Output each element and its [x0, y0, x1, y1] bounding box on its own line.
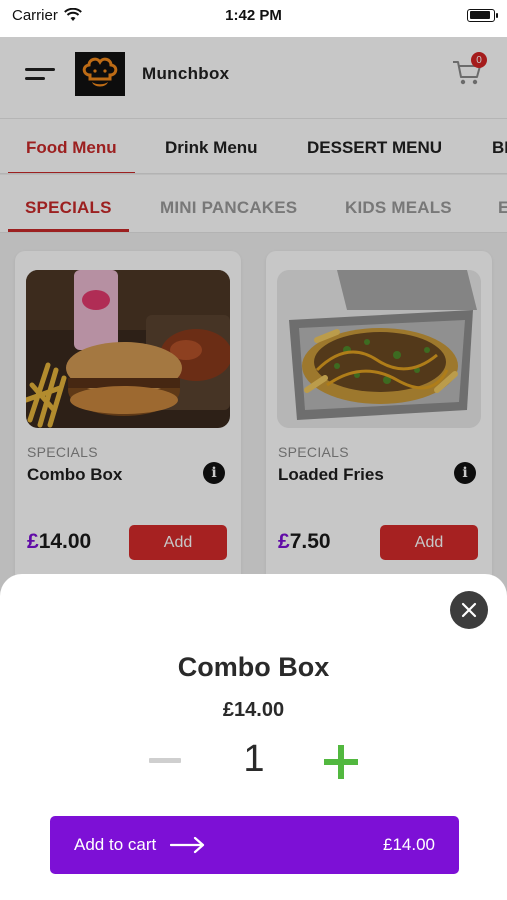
battery-level — [469, 11, 491, 19]
battery-icon — [467, 8, 498, 22]
close-icon — [461, 602, 477, 618]
sheet-price: £14.00 — [222, 699, 285, 721]
quantity-value: 1 — [243, 738, 265, 780]
add-item-sheet: Combo Box £14.00 1 Add to cart £14.00 — [0, 574, 507, 900]
status-bar: Carrier 1:42 PM — [0, 0, 507, 30]
cart-total: £14.00 — [383, 835, 435, 854]
arrow-right-icon — [170, 836, 206, 854]
close-button[interactable] — [450, 591, 488, 629]
status-time: 1:42 PM — [225, 6, 282, 24]
add-to-cart-button[interactable]: Add to cart £14.00 — [50, 816, 459, 874]
sheet-title: Combo Box — [177, 652, 330, 682]
minus-icon — [149, 757, 181, 763]
decrease-quantity-button[interactable] — [148, 749, 182, 771]
increase-quantity-button[interactable] — [324, 745, 358, 779]
add-to-cart-label: Add to cart — [74, 835, 157, 854]
